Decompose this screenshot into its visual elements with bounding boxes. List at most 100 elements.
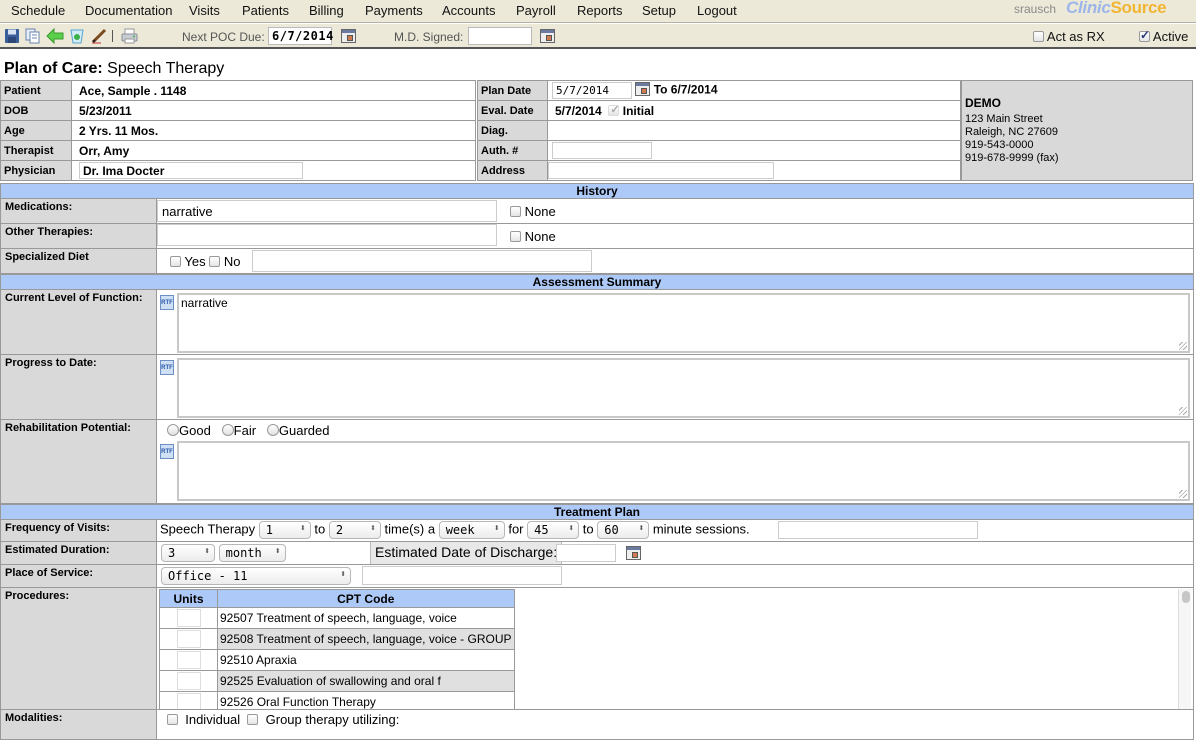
recycle-bin-icon[interactable] [69,28,85,44]
other-therapies-none-checkbox[interactable] [510,231,521,242]
frequency-note-input[interactable] [778,521,978,539]
procedures-table: Units CPT Code 92507 Treatment of speech,… [159,589,515,709]
nav-patients[interactable]: Patients [242,3,289,18]
current-level-rtf-icon[interactable]: RTF [160,295,174,310]
progress-rtf-icon[interactable]: RTF [160,360,174,375]
procedure-units-input[interactable] [176,672,201,690]
units-header: Units [159,589,218,608]
frequency-discipline: Speech Therapy [160,521,256,537]
nav-payments[interactable]: Payments [365,3,423,18]
minutes-min-select[interactable]: 45 [527,521,580,539]
dob-label: DOB [0,100,72,121]
toolbar: Next POC Due: 6/7/2014 M.D. Signed: Act … [0,24,1196,49]
nav-billing[interactable]: Billing [309,3,344,18]
md-signed-input[interactable] [468,27,532,45]
nav-payroll[interactable]: Payroll [516,3,556,18]
other-therapies-row: Other Therapies: None [0,224,1194,249]
minutes-max-select[interactable]: 60 [597,521,650,539]
nav-visits[interactable]: Visits [189,3,220,18]
auth-input[interactable] [552,142,652,159]
act-as-rx-checkbox[interactable] [1033,31,1044,42]
clinicsource-logo: ClinicSource [1066,0,1167,18]
active-label: Active [1152,29,1189,44]
rehab-good-radio[interactable] [167,424,179,436]
frequency-min-select[interactable]: 1 [258,521,311,539]
clinic-name: DEMO [965,96,1001,110]
plan-date-to: To 6/7/2014 [653,82,718,97]
medications-input[interactable]: narrative [157,200,497,222]
sign-pen-icon[interactable] [91,28,107,44]
toolbar-separator [112,30,113,42]
rehab-rtf-icon[interactable]: RTF [160,444,174,459]
minute-sessions-label: minute sessions. [652,521,750,537]
treatment-plan-header: Treatment Plan [0,504,1194,520]
procedure-code: 92508 Treatment of speech, language, voi… [217,628,515,650]
rehab-good-label: Good [179,423,211,438]
rehab-textarea[interactable] [177,441,1190,501]
nav-setup[interactable]: Setup [642,3,676,18]
nav-schedule[interactable]: Schedule [11,3,65,18]
other-therapies-input[interactable] [157,224,497,246]
back-arrow-icon[interactable] [46,27,64,45]
diet-details-input[interactable] [252,250,592,272]
save-icon[interactable] [4,28,20,44]
diag-label: Diag. [477,120,548,141]
discharge-calendar-icon[interactable] [626,546,641,560]
diet-yes-checkbox[interactable] [170,256,181,267]
next-poc-due-input[interactable]: 6/7/2014 [268,27,333,45]
active-toggle[interactable]: Active [1139,28,1189,44]
frequency-period-select[interactable]: week [438,521,505,539]
nav-reports[interactable]: Reports [577,3,623,18]
physician-input[interactable]: Dr. Ima Docter [79,162,303,179]
nav-accounts[interactable]: Accounts [442,3,495,18]
medications-none-label: None [524,204,556,219]
rehab-fair-radio[interactable] [221,424,234,436]
place-of-service-row: Place of Service: Office - 11 [0,565,1194,588]
place-of-service-note-input[interactable] [362,566,562,585]
clinic-info: DEMO 123 Main Street Raleigh, NC 27609 9… [961,80,1193,181]
age-label: Age [0,120,72,141]
clinic-city: Raleigh, NC 27609 [965,126,1058,138]
progress-textarea[interactable] [177,358,1190,418]
procedures-scroll-thumb[interactable] [1182,591,1190,603]
diet-no-checkbox[interactable] [209,256,221,267]
duration-value-select[interactable]: 3 [161,544,215,562]
place-of-service-select[interactable]: Office - 11 [161,567,351,585]
print-icon[interactable] [121,28,138,44]
act-as-rx-toggle[interactable]: Act as RX [1033,29,1105,44]
procedure-units-input[interactable] [176,651,201,669]
initial-checkbox[interactable] [608,103,620,116]
procedure-units-input[interactable] [176,630,201,648]
procedures-scrollbar[interactable] [1178,589,1191,709]
medications-none-checkbox[interactable] [510,206,521,217]
md-signed-calendar-icon[interactable] [540,29,555,43]
frequency-to-label: to [314,521,326,537]
next-poc-calendar-icon[interactable] [341,29,356,43]
duration-unit-select[interactable]: month [218,544,286,562]
logo-clinic-text: Clinic [1066,0,1111,17]
modality-individual-checkbox[interactable] [167,714,178,725]
procedure-units-input[interactable] [176,609,201,627]
plan-date-input[interactable]: 5/7/2014 [552,82,632,99]
rehab-guarded-radio[interactable] [266,424,279,436]
plan-date-calendar-icon[interactable] [635,82,651,96]
active-checkbox[interactable] [1139,28,1150,42]
address-input[interactable] [548,162,774,179]
discharge-date-input[interactable] [556,544,616,562]
current-level-label: Current Level of Function: [1,290,157,354]
copy-icon[interactable] [25,28,41,44]
assessment-header: Assessment Summary [0,274,1194,290]
nav-logout[interactable]: Logout [697,3,737,18]
frequency-max-select[interactable]: 2 [328,521,381,539]
modality-group-label: Group therapy utilizing: [265,712,400,727]
procedure-units-input[interactable] [176,693,201,709]
clinic-street: 123 Main Street [965,113,1043,125]
minutes-to-label: to [582,521,594,537]
modality-group-checkbox[interactable] [247,714,259,725]
current-level-textarea[interactable]: narrative [177,293,1190,353]
progress-label: Progress to Date: [1,355,157,419]
logo-source-text: Source [1110,0,1167,17]
clinic-phone: 919-543-0000 [965,139,1034,151]
nav-documentation[interactable]: Documentation [85,3,172,18]
specialized-diet-row: Specialized Diet Yes No [0,249,1194,274]
